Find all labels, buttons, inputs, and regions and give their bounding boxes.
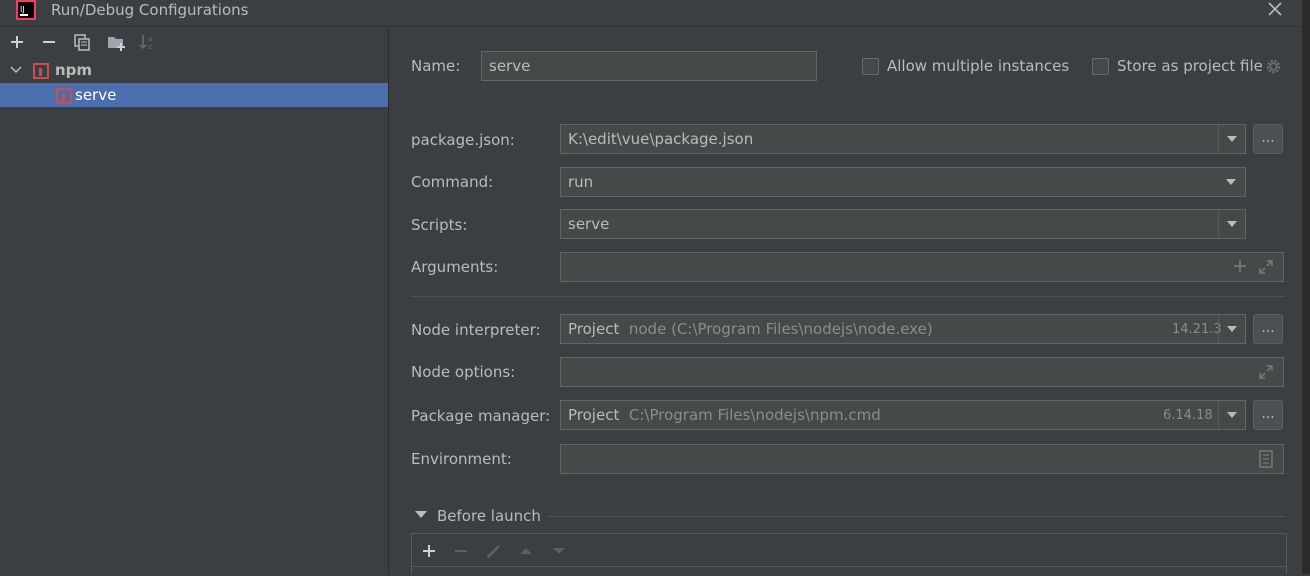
browse-package-json-button[interactable]: ... <box>1253 124 1283 154</box>
window-title: Run/Debug Configurations <box>51 1 249 19</box>
intellij-logo-icon: IJ <box>16 0 36 20</box>
name-value: serve <box>489 57 531 75</box>
command-label: Command: <box>411 173 494 191</box>
add-macro-icon[interactable] <box>1233 259 1247 273</box>
package-manager-path: C:\Program Files\nodejs\npm.cmd <box>628 406 881 424</box>
dropdown-arrow-icon[interactable] <box>1218 168 1245 196</box>
node-interpreter-path: node (C:\Program Files\nodejs\node.exe) <box>628 320 933 338</box>
configuration-form: Name: serve Allow multiple instances Sto… <box>390 28 1310 576</box>
environment-label: Environment: <box>411 450 512 468</box>
npm-icon <box>33 63 49 79</box>
add-icon[interactable] <box>420 542 438 560</box>
tree-group-label: npm <box>55 61 93 79</box>
name-label: Name: <box>411 57 461 75</box>
tree-toolbar: a z <box>0 28 389 55</box>
dropdown-arrow-icon[interactable] <box>1218 401 1245 429</box>
npm-icon <box>56 88 72 104</box>
node-options-input[interactable] <box>560 357 1284 387</box>
collapse-triangle-icon[interactable] <box>415 511 427 519</box>
remove-icon[interactable] <box>452 542 470 560</box>
node-version: 14.21.3 <box>1172 322 1222 337</box>
package-manager-label: Package manager: <box>411 407 551 425</box>
allow-multiple-checkbox[interactable] <box>862 58 879 75</box>
package-manager-combo[interactable]: Project C:\Program Files\nodejs\npm.cmd … <box>560 400 1246 430</box>
store-project-checkbox[interactable] <box>1092 58 1109 75</box>
command-select[interactable]: run <box>560 167 1246 197</box>
before-launch-panel <box>411 533 1287 576</box>
tree-group-npm[interactable]: npm <box>0 59 388 83</box>
node-interpreter-combo[interactable]: Project node (C:\Program Files\nodejs\no… <box>560 314 1246 344</box>
chevron-down-icon[interactable] <box>10 65 22 75</box>
node-interpreter-kind: Project <box>568 320 620 338</box>
node-options-label: Node options: <box>411 363 516 381</box>
scripts-value: serve <box>568 215 610 233</box>
background-edge <box>1302 0 1310 574</box>
browse-package-manager-button[interactable]: ... <box>1253 400 1283 430</box>
expand-icon[interactable] <box>1258 364 1274 380</box>
scripts-label: Scripts: <box>411 216 468 234</box>
before-launch-list <box>412 566 1286 576</box>
svg-text:IJ: IJ <box>20 5 25 14</box>
store-project-label: Store as project file <box>1117 57 1263 75</box>
move-up-icon[interactable] <box>517 542 535 560</box>
remove-icon[interactable] <box>39 32 59 52</box>
svg-text:z: z <box>148 43 152 51</box>
package-json-value: K:\edit\vue\package.json <box>568 130 754 148</box>
name-input[interactable]: serve <box>481 51 817 81</box>
dropdown-arrow-icon[interactable] <box>1218 210 1245 238</box>
edit-icon[interactable] <box>485 542 503 560</box>
arguments-input[interactable] <box>560 252 1284 282</box>
expand-icon[interactable] <box>1258 259 1274 275</box>
sort-icon[interactable]: a z <box>138 32 158 52</box>
svg-text:a: a <box>148 35 152 43</box>
package-manager-kind: Project <box>568 406 620 424</box>
browse-node-interpreter-button[interactable]: ... <box>1253 314 1283 344</box>
browse-variables-icon[interactable] <box>1258 450 1274 468</box>
close-icon[interactable] <box>1266 0 1284 18</box>
before-launch-label: Before launch <box>437 507 541 525</box>
tree-item-label: serve <box>75 86 117 104</box>
configurations-tree-pane: a z npm serve <box>0 28 389 574</box>
allow-multiple-label: Allow multiple instances <box>887 57 1070 75</box>
before-launch-divider <box>547 516 1286 517</box>
package-json-combo[interactable]: K:\edit\vue\package.json <box>560 124 1246 154</box>
new-folder-icon[interactable] <box>106 32 126 52</box>
scripts-combo[interactable]: serve <box>560 209 1246 239</box>
command-value: run <box>568 173 594 191</box>
node-interpreter-label: Node interpreter: <box>411 321 541 339</box>
move-down-icon[interactable] <box>550 542 568 560</box>
copy-icon[interactable] <box>72 32 92 52</box>
dropdown-arrow-icon[interactable] <box>1218 125 1245 153</box>
section-divider <box>411 296 1286 297</box>
gear-icon[interactable] <box>1265 58 1282 75</box>
title-bar: IJ Run/Debug Configurations <box>0 0 1310 27</box>
arguments-label: Arguments: <box>411 258 499 276</box>
add-icon[interactable] <box>7 32 27 52</box>
npm-version: 6.14.18 <box>1163 408 1213 423</box>
tree-item-serve[interactable]: serve <box>0 83 388 107</box>
package-json-label: package.json: <box>411 131 515 149</box>
dropdown-arrow-icon[interactable] <box>1218 315 1245 343</box>
environment-input[interactable] <box>560 444 1284 474</box>
